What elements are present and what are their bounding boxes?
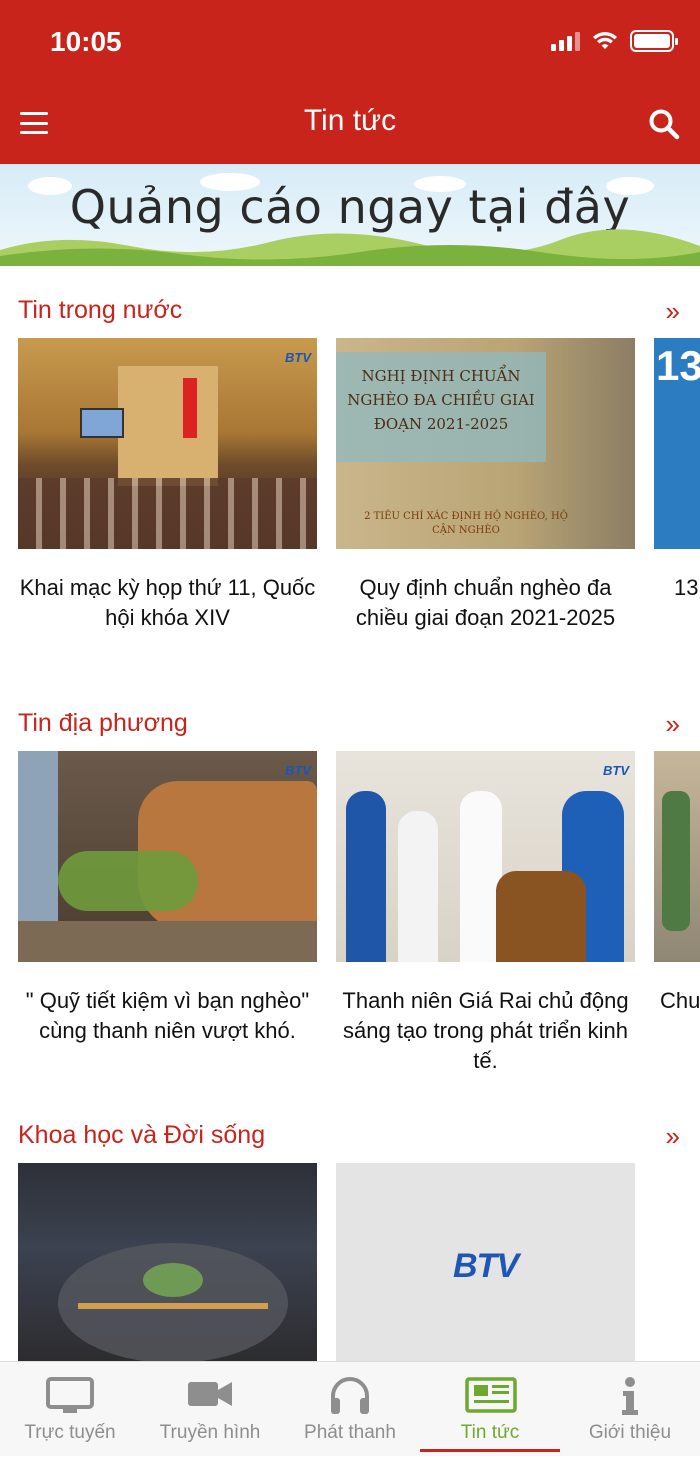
section-title-local[interactable]: Tin địa phương	[18, 709, 188, 738]
news-row-domestic: BTV Khai mạc kỳ họp thứ 11, Quốc hội khó…	[18, 338, 700, 658]
battery-icon	[630, 30, 678, 52]
search-icon[interactable]	[648, 108, 680, 140]
news-thumbnail	[654, 751, 700, 962]
tab-live[interactable]: Trực tuyến	[0, 1362, 140, 1457]
bottom-tab-bar: Trực tuyến Truyền hình Phát thanh Tin tứ…	[0, 1361, 700, 1456]
news-card[interactable]: 13 13 triển	[654, 338, 700, 603]
news-card[interactable]: BTV " Quỹ tiết kiệm vì bạn nghèo" cùng t…	[18, 751, 317, 1046]
section-more-science[interactable]: »	[666, 1121, 680, 1152]
section-title-science[interactable]: Khoa học và Đời sống	[18, 1121, 265, 1150]
app-header: Tin tức	[0, 86, 700, 164]
news-card[interactable]: BTV	[336, 1163, 635, 1361]
tab-label: Giới thiệu	[588, 1422, 672, 1443]
cellular-signal-icon	[551, 31, 580, 51]
newspaper-icon	[465, 1377, 517, 1413]
thumb-subtitle: 2 TIÊU CHÍ XÁC ĐỊNH HỘ NGHÈO, HỘ CẬN NGH…	[364, 511, 568, 536]
news-row-local: BTV " Quỹ tiết kiệm vì bạn nghèo" cùng t…	[18, 751, 700, 1071]
status-bar: 10:05	[0, 0, 700, 86]
news-thumbnail: 13	[654, 338, 700, 549]
news-card[interactable]: Chu nhự củ	[654, 751, 700, 1016]
tab-radio[interactable]: Phát thanh	[280, 1362, 420, 1457]
tab-label: Trực tuyến	[24, 1422, 116, 1443]
news-thumbnail: BTV	[336, 751, 635, 962]
tab-label: Tin tức	[460, 1422, 520, 1443]
tab-news[interactable]: Tin tức	[420, 1362, 560, 1457]
news-row-science: BTV	[18, 1163, 700, 1361]
news-thumbnail: BTV	[18, 751, 317, 962]
news-card[interactable]: NGHỊ ĐỊNH CHUẨN NGHÈO ĐA CHIỀU GIAI ĐOẠN…	[336, 338, 635, 633]
tab-label: Phát thanh	[304, 1422, 396, 1443]
ad-banner[interactable]: Quảng cáo ngay tại đây	[0, 164, 700, 266]
news-card[interactable]	[18, 1163, 317, 1361]
btv-logo-icon: BTV	[453, 1247, 519, 1285]
channel-logo-icon: BTV	[285, 350, 311, 365]
headphones-icon	[331, 1377, 369, 1414]
channel-logo-icon: BTV	[603, 763, 629, 778]
video-camera-icon	[188, 1382, 232, 1406]
news-caption: Thanh niên Giá Rai chủ động sáng tạo tro…	[342, 988, 629, 1071]
news-card[interactable]: BTV Thanh niên Giá Rai chủ động sáng tạo…	[336, 751, 635, 1071]
status-icons	[551, 30, 678, 52]
tab-television[interactable]: Truyền hình	[140, 1362, 280, 1457]
status-time: 10:05	[50, 26, 122, 57]
tab-label: Truyền hình	[159, 1422, 261, 1443]
monitor-icon	[46, 1377, 94, 1413]
active-tab-indicator	[420, 1449, 560, 1452]
news-thumbnail: NGHỊ ĐỊNH CHUẨN NGHÈO ĐA CHIỀU GIAI ĐOẠN…	[336, 338, 635, 549]
news-caption: Quy định chuẩn nghèo đa chiều giai đoạn …	[355, 575, 616, 630]
news-caption: Khai mạc kỳ họp thứ 11, Quốc hội khóa XI…	[19, 575, 316, 630]
tab-about[interactable]: Giới thiệu	[560, 1362, 700, 1457]
page-title: Tin tức	[303, 104, 397, 137]
news-caption: 13 triển	[674, 575, 700, 600]
section-more-domestic[interactable]: »	[666, 296, 680, 327]
news-thumbnail	[18, 1163, 317, 1361]
section-more-local[interactable]: »	[666, 709, 680, 740]
channel-logo-icon: BTV	[285, 763, 311, 778]
thumb-title: 13	[656, 342, 700, 389]
section-title-domestic[interactable]: Tin trong nước	[18, 296, 182, 325]
wifi-icon	[593, 32, 617, 49]
news-caption: " Quỹ tiết kiệm vì bạn nghèo" cùng thanh…	[25, 988, 310, 1043]
news-caption: Chu nhự củ	[660, 988, 700, 1013]
hills-decoration	[0, 229, 700, 266]
news-thumbnail: BTV	[336, 1163, 635, 1361]
news-thumbnail: BTV	[18, 338, 317, 549]
info-icon	[622, 1377, 638, 1415]
thumb-title: NGHỊ ĐỊNH CHUẨN NGHÈO ĐA CHIỀU GIAI ĐOẠN…	[347, 367, 535, 433]
news-card[interactable]: BTV Khai mạc kỳ họp thứ 11, Quốc hội khó…	[18, 338, 317, 633]
